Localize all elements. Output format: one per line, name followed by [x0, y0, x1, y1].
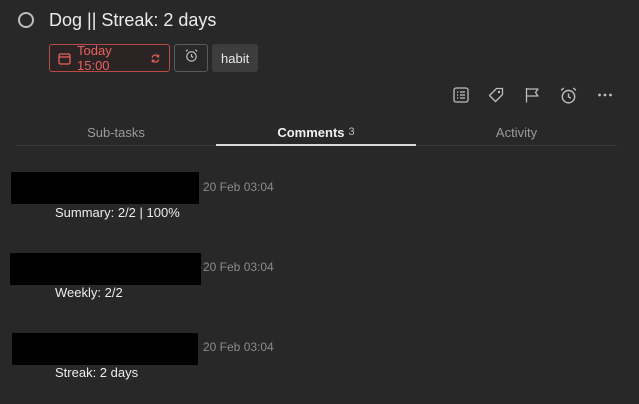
calendar-icon — [58, 52, 71, 65]
repeat-icon — [150, 53, 161, 64]
comment-timestamp: 20 Feb 03:04 — [203, 340, 274, 354]
tab-sub-tasks[interactable]: Sub-tasks — [16, 118, 216, 146]
more-icon[interactable] — [595, 85, 615, 105]
alarm-icon — [184, 48, 199, 68]
comment-timestamp: 20 Feb 03:04 — [203, 180, 274, 194]
comment-text[interactable]: Weekly: 2/2 — [55, 285, 123, 300]
task-title[interactable]: Dog || Streak: 2 days — [49, 10, 216, 31]
tab-activity[interactable]: Activity — [416, 118, 617, 146]
list-icon[interactable] — [451, 85, 471, 105]
comment-text[interactable]: Summary: 2/2 | 100% — [55, 205, 180, 220]
due-date-chip[interactable]: Today 15:00 — [49, 43, 170, 73]
redacted-author — [12, 333, 198, 365]
redacted-author — [10, 253, 201, 285]
due-date-label: Today 15:00 — [77, 43, 112, 73]
comment-text[interactable]: Streak: 2 days — [55, 365, 138, 380]
comment-timestamp: 20 Feb 03:04 — [203, 260, 274, 274]
tag-icon[interactable] — [486, 85, 506, 105]
tab-activity-label: Activity — [495, 124, 538, 140]
flag-icon[interactable] — [522, 85, 542, 105]
tab-comments[interactable]: Comments 3 — [216, 118, 416, 146]
tab-sub-tasks-label: Sub-tasks — [87, 124, 145, 140]
complete-checkbox[interactable] — [18, 12, 34, 28]
reminder-button[interactable] — [174, 44, 208, 72]
tab-comments-label: Comments — [277, 124, 345, 140]
tab-comments-count: 3 — [348, 126, 355, 138]
alarm-icon[interactable] — [558, 85, 578, 105]
active-tab-indicator — [216, 144, 416, 146]
redacted-author — [11, 172, 199, 204]
tag-chip[interactable]: habit — [212, 44, 259, 72]
